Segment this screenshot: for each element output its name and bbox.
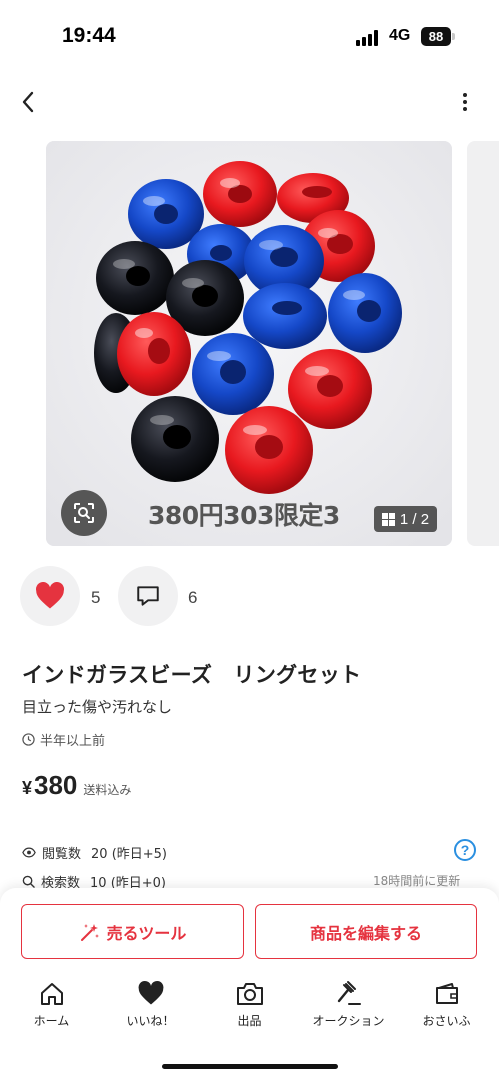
chevron-left-icon bbox=[22, 91, 34, 113]
product-title: インドガラスビーズ リングセット bbox=[22, 663, 362, 687]
clock-icon bbox=[22, 733, 35, 746]
beads-photo bbox=[46, 141, 452, 546]
battery-icon: 88 bbox=[421, 27, 451, 46]
tab-auction[interactable]: オークション bbox=[299, 980, 398, 1029]
magic-wand-icon bbox=[80, 923, 99, 941]
views-label: 閲覧数 bbox=[42, 847, 82, 862]
grid-icon bbox=[381, 512, 395, 526]
heart-icon bbox=[36, 582, 64, 609]
more-options-button[interactable] bbox=[448, 84, 482, 120]
wallet-icon bbox=[435, 983, 458, 1004]
views-value: 20 (昨日+5) bbox=[91, 847, 167, 862]
tab-likes-label: いいね！ bbox=[126, 1014, 175, 1028]
tab-wallet[interactable]: おさいふ bbox=[397, 980, 496, 1029]
comment-button[interactable] bbox=[118, 566, 178, 626]
network-type: 4G bbox=[389, 27, 411, 44]
photo-caption: 380円303限定3 bbox=[148, 501, 340, 530]
page-indicator-text: 1 / 2 bbox=[399, 510, 430, 528]
heart-icon bbox=[138, 980, 163, 1005]
edit-item-button[interactable]: 商品を編集する bbox=[255, 904, 477, 959]
home-icon bbox=[40, 983, 63, 1005]
gavel-icon bbox=[337, 981, 361, 1005]
photo-page-indicator[interactable]: 1 / 2 bbox=[374, 506, 437, 532]
sell-tool-button[interactable]: 売るツール bbox=[21, 904, 244, 959]
tab-home[interactable]: ホーム bbox=[2, 980, 101, 1029]
posted-time-text: 半年以上前 bbox=[40, 734, 106, 749]
views-stat: 閲覧数 20 (昨日+5) bbox=[22, 843, 167, 862]
home-indicator bbox=[162, 1064, 338, 1069]
status-time: 19:44 bbox=[62, 24, 116, 47]
camera-icon bbox=[236, 983, 263, 1005]
price: 380 bbox=[34, 770, 78, 800]
product-condition: 目立った傷や汚れなし bbox=[22, 698, 173, 716]
tab-wallet-label: おさいふ bbox=[422, 1014, 471, 1028]
image-search-icon bbox=[74, 503, 94, 523]
eye-icon bbox=[22, 847, 36, 858]
next-photo-card[interactable] bbox=[467, 141, 499, 546]
help-button[interactable]: ? bbox=[454, 839, 476, 861]
like-count: 5 bbox=[91, 588, 101, 607]
status-bar: 19:44 4G 88 bbox=[0, 0, 499, 70]
tab-sell-label: 出品 bbox=[237, 1014, 262, 1028]
price-row: ¥ 380 送料込み bbox=[22, 770, 131, 801]
tab-likes[interactable]: いいね！ bbox=[101, 980, 200, 1029]
more-vertical-icon bbox=[463, 93, 467, 97]
product-photo[interactable] bbox=[46, 141, 452, 546]
edit-item-label: 商品を編集する bbox=[309, 923, 422, 943]
posted-time: 半年以上前 bbox=[22, 730, 105, 749]
battery-tip bbox=[452, 33, 455, 40]
updated-time: 18時間前に更新 bbox=[373, 874, 461, 888]
back-button[interactable] bbox=[10, 84, 46, 120]
comment-count: 6 bbox=[188, 588, 198, 607]
currency-symbol: ¥ bbox=[22, 778, 33, 798]
image-search-button[interactable] bbox=[61, 490, 107, 536]
tab-sell[interactable]: 出品 bbox=[200, 980, 299, 1029]
signal-icon bbox=[356, 30, 382, 46]
tab-home-label: ホーム bbox=[33, 1014, 70, 1028]
search-icon bbox=[22, 875, 35, 888]
shipping-note: 送料込み bbox=[83, 783, 132, 797]
sell-tool-label: 売るツール bbox=[106, 923, 187, 943]
comment-icon bbox=[137, 586, 159, 606]
tab-auction-label: オークション bbox=[312, 1014, 385, 1028]
like-button[interactable] bbox=[20, 566, 80, 626]
